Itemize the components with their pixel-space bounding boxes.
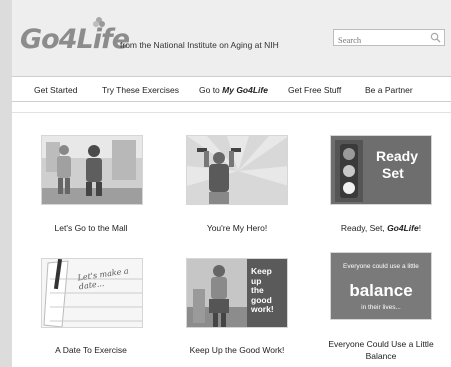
- page: Go4Life from the National Institute on A…: [12, 0, 451, 367]
- main-nav: Get Started Try These Exercises Go to My…: [12, 76, 451, 102]
- caption-hero[interactable]: You're My Hero!: [172, 222, 302, 234]
- mall-walkers-image: [42, 136, 142, 204]
- nav-my-go4life-emphasis: My Go4Life: [222, 85, 268, 95]
- caption-keep-up[interactable]: Keep Up the Good Work!: [172, 344, 302, 356]
- nav-my-go4life-prefix: Go to: [199, 85, 223, 95]
- thumb-balance-bottom: in their lives...: [361, 304, 401, 311]
- nav-my-go4life[interactable]: Go to My Go4Life: [199, 85, 268, 95]
- caption-ready-set[interactable]: Ready, Set, Go4Life!: [316, 222, 446, 234]
- nav-get-started[interactable]: Get Started: [34, 85, 77, 95]
- search-icon[interactable]: [430, 32, 441, 43]
- thumb-balance[interactable]: Everyone could use a little balance in t…: [330, 252, 432, 320]
- thumb-ready-set[interactable]: Ready Set: [330, 135, 432, 205]
- hero-weights-image: [187, 136, 287, 204]
- nav-be-partner[interactable]: Be a Partner: [365, 85, 413, 95]
- caption-ready-set-emphasis: Go4Life: [387, 223, 419, 233]
- thumb-mall[interactable]: [41, 135, 143, 205]
- caption-date[interactable]: A Date To Exercise: [26, 344, 156, 356]
- tagline: from the National Institute on Aging at …: [120, 40, 279, 50]
- thumb-balance-top: Everyone could use a little: [343, 263, 419, 270]
- leaf-icon: [93, 17, 105, 27]
- site-header: Go4Life from the National Institute on A…: [12, 0, 451, 76]
- caption-ready-set-suffix: !: [418, 223, 422, 233]
- thumb-ready-text: Ready: [376, 148, 419, 164]
- thumb-hero[interactable]: [186, 135, 288, 205]
- caption-balance[interactable]: Everyone Could Use a Little Balance: [316, 338, 446, 362]
- thumb-keep-up[interactable]: Keep up the good work!: [186, 258, 288, 328]
- caption-ready-set-prefix: Ready, Set,: [340, 223, 388, 233]
- caption-mall[interactable]: Let's Go to the Mall: [26, 222, 156, 234]
- search-input[interactable]: [334, 32, 428, 48]
- nav-free-stuff[interactable]: Get Free Stuff: [288, 85, 341, 95]
- search-box[interactable]: [333, 29, 445, 48]
- content-divider: [12, 112, 451, 113]
- thumb-set-text: Set: [382, 165, 404, 181]
- thumb-keep-text: Keep up the good work!: [251, 266, 274, 315]
- nav-try-exercises[interactable]: Try These Exercises: [102, 85, 179, 95]
- go4life-logo[interactable]: Go4Life: [20, 24, 130, 55]
- thumb-balance-big: balance: [349, 281, 413, 300]
- work-line: work!: [251, 304, 274, 314]
- thumb-date[interactable]: Let's make a date...: [41, 258, 143, 328]
